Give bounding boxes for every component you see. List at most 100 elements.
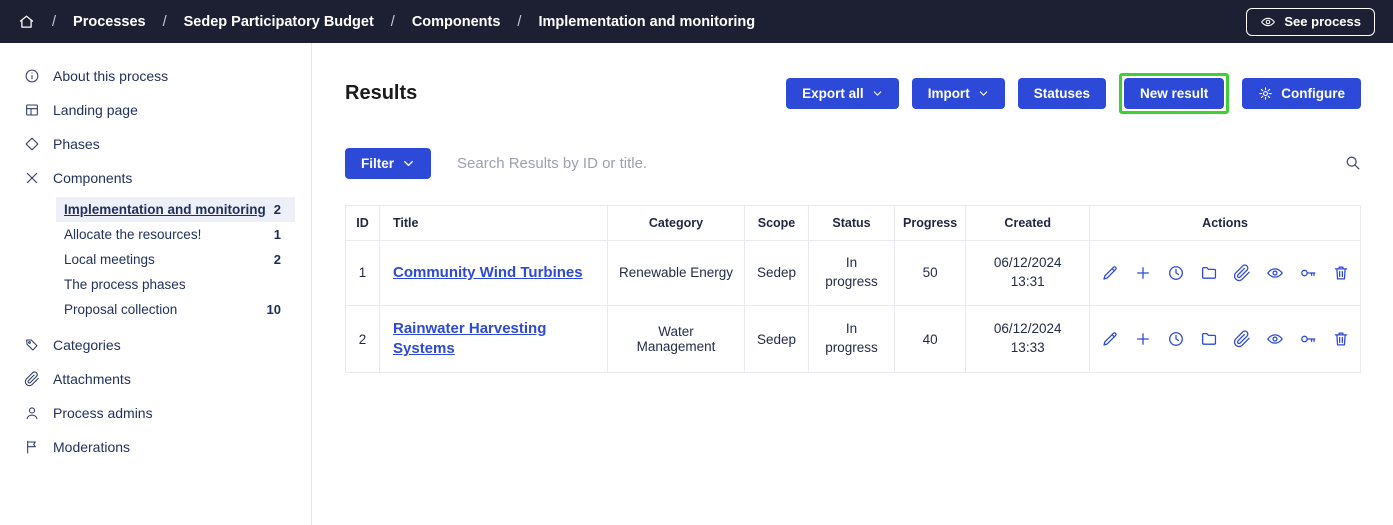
col-header-created: Created xyxy=(966,206,1090,241)
preview-button[interactable] xyxy=(1266,330,1284,348)
sidebar-item-label: Phases xyxy=(53,136,100,152)
export-all-button[interactable]: Export all xyxy=(786,78,899,109)
timeline-button[interactable] xyxy=(1167,264,1185,282)
breadcrumb-separator: / xyxy=(163,14,167,30)
sidebar-item-label: Landing page xyxy=(53,102,138,118)
sidebar: About this process Landing page Phases C… xyxy=(0,43,312,525)
count-badge: 10 xyxy=(267,302,281,317)
count-badge: 1 xyxy=(274,227,281,242)
sub-item-label: Proposal collection xyxy=(64,302,267,317)
folder-icon xyxy=(1200,264,1218,282)
diamond-icon xyxy=(24,136,40,152)
breadcrumb-process-name[interactable]: Sedep Participatory Budget xyxy=(184,14,374,30)
folder-button[interactable] xyxy=(1200,264,1218,282)
result-created: 06/12/2024 13:31 xyxy=(966,241,1090,306)
eye-icon xyxy=(1266,264,1284,282)
table-header-row: ID Title Category Scope Status Progress … xyxy=(346,206,1361,241)
sidebar-item-categories[interactable]: Categories xyxy=(0,328,311,362)
permissions-button[interactable] xyxy=(1299,264,1317,282)
sidebar-item-moderations[interactable]: Moderations xyxy=(0,430,311,464)
home-icon xyxy=(18,13,35,30)
col-header-scope: Scope xyxy=(745,206,809,241)
import-label: Import xyxy=(928,86,970,101)
trash-icon xyxy=(1332,330,1350,348)
col-header-id: ID xyxy=(346,206,380,241)
search-input[interactable] xyxy=(457,155,1318,172)
import-button[interactable]: Import xyxy=(912,78,1005,109)
result-scope: Sedep xyxy=(745,241,809,306)
breadcrumb-separator: / xyxy=(52,14,56,30)
result-title-link[interactable]: Rainwater Harvesting Systems xyxy=(393,319,597,360)
statuses-label: Statuses xyxy=(1034,86,1090,101)
sidebar-item-label: About this process xyxy=(53,68,168,84)
trash-icon xyxy=(1332,264,1350,282)
col-header-category: Category xyxy=(608,206,745,241)
attachments-button[interactable] xyxy=(1233,264,1251,282)
home-button[interactable] xyxy=(18,13,35,30)
sidebar-item-label: Categories xyxy=(53,337,121,353)
gear-icon xyxy=(1258,86,1273,101)
folder-button[interactable] xyxy=(1200,330,1218,348)
sidebar-item-process-admins[interactable]: Process admins xyxy=(0,396,311,430)
plus-icon xyxy=(1134,264,1152,282)
result-progress: 40 xyxy=(895,305,966,373)
sidebar-item-label: Attachments xyxy=(53,371,131,387)
timeline-button[interactable] xyxy=(1167,330,1185,348)
sidebar-item-landing-page[interactable]: Landing page xyxy=(0,93,311,127)
preview-button[interactable] xyxy=(1266,264,1284,282)
topbar: / Processes / Sedep Participatory Budget… xyxy=(0,0,1393,43)
permissions-button[interactable] xyxy=(1299,330,1317,348)
result-title-link[interactable]: Community Wind Turbines xyxy=(393,263,583,283)
see-process-button[interactable]: See process xyxy=(1246,8,1375,36)
statuses-button[interactable]: Statuses xyxy=(1018,78,1106,109)
col-header-progress: Progress xyxy=(895,206,966,241)
created-time: 13:33 xyxy=(1011,340,1045,355)
edit-button[interactable] xyxy=(1101,330,1119,348)
result-category: Water Management xyxy=(608,305,745,373)
edit-button[interactable] xyxy=(1101,264,1119,282)
sidebar-item-label: Components xyxy=(53,170,132,186)
toolbar: Export all Import Statuses New result xyxy=(786,73,1361,114)
eye-icon xyxy=(1260,14,1276,30)
breadcrumb-current-component[interactable]: Implementation and monitoring xyxy=(538,14,755,30)
delete-button[interactable] xyxy=(1332,264,1350,282)
sidebar-subitem-proposal-collection[interactable]: Proposal collection 10 xyxy=(56,297,295,322)
result-id: 2 xyxy=(346,305,380,373)
sidebar-item-components[interactable]: Components xyxy=(0,161,311,195)
configure-button[interactable]: Configure xyxy=(1242,78,1361,109)
result-created: 06/12/2024 13:33 xyxy=(966,305,1090,373)
breadcrumb-processes[interactable]: Processes xyxy=(73,14,146,30)
sub-item-label: Allocate the resources! xyxy=(64,227,274,242)
sidebar-subitem-the-process-phases[interactable]: The process phases xyxy=(56,272,295,297)
sidebar-item-label: Moderations xyxy=(53,439,130,455)
sidebar-item-phases[interactable]: Phases xyxy=(0,127,311,161)
sidebar-item-attachments[interactable]: Attachments xyxy=(0,362,311,396)
filter-button[interactable]: Filter xyxy=(345,148,431,179)
created-time: 13:31 xyxy=(1011,274,1045,289)
pencil-icon xyxy=(1101,264,1119,282)
new-result-button[interactable]: New result xyxy=(1124,78,1224,109)
search-button[interactable] xyxy=(1344,154,1361,174)
paperclip-icon xyxy=(1233,264,1251,282)
results-table: ID Title Category Scope Status Progress … xyxy=(345,205,1361,373)
created-date: 06/12/2024 xyxy=(994,255,1062,270)
sidebar-subitem-allocate-the-resources[interactable]: Allocate the resources! 1 xyxy=(56,222,295,247)
chevron-down-icon xyxy=(978,88,989,99)
breadcrumb-components[interactable]: Components xyxy=(412,14,501,30)
result-status: In progress xyxy=(809,305,895,373)
delete-button[interactable] xyxy=(1332,330,1350,348)
sidebar-subitem-local-meetings[interactable]: Local meetings 2 xyxy=(56,247,295,272)
sidebar-item-about[interactable]: About this process xyxy=(0,59,311,93)
result-progress: 50 xyxy=(895,241,966,306)
clock-icon xyxy=(1167,330,1185,348)
result-id: 1 xyxy=(346,241,380,306)
sub-item-label: Local meetings xyxy=(64,252,274,267)
sidebar-subitem-implementation-and-monitoring[interactable]: Implementation and monitoring 2 xyxy=(56,197,295,222)
add-child-button[interactable] xyxy=(1134,330,1152,348)
attachments-button[interactable] xyxy=(1233,330,1251,348)
col-header-title: Title xyxy=(380,206,608,241)
add-child-button[interactable] xyxy=(1134,264,1152,282)
table-row: 2 Rainwater Harvesting Systems Water Man… xyxy=(346,305,1361,373)
key-icon xyxy=(1299,264,1317,282)
tools-icon xyxy=(24,170,40,186)
